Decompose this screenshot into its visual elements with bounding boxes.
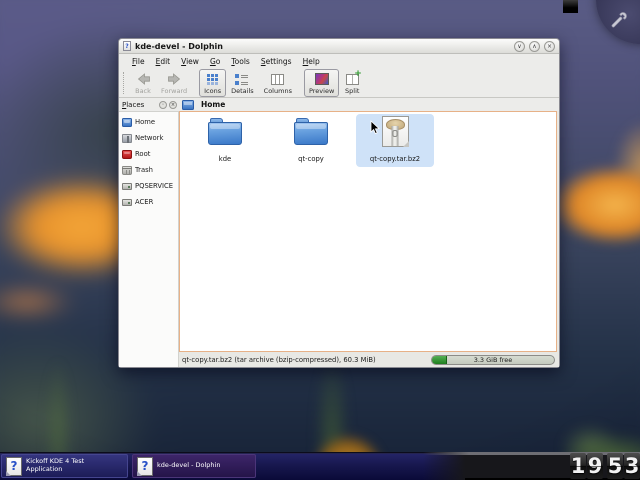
forward-label: Forward xyxy=(161,87,187,95)
free-space-label: 3.3 GiB free xyxy=(432,356,554,364)
float-panel-button[interactable]: ◦ xyxy=(159,101,167,109)
file-name: qt-copy.tar.bz2 xyxy=(370,155,420,163)
clock-digit: 3 xyxy=(624,453,640,479)
icons-view-icon xyxy=(207,74,218,85)
preview-icon xyxy=(315,73,329,85)
arrow-left-icon xyxy=(136,73,151,85)
folder-icon xyxy=(208,118,242,145)
status-info: qt-copy.tar.bz2 (tar archive (bzip-compr… xyxy=(182,356,376,364)
places-list: Home Network Root Trash xyxy=(119,111,179,367)
task-dolphin[interactable]: ? kde-devel - Dolphin xyxy=(132,454,256,478)
menu-help[interactable]: Help xyxy=(303,57,320,66)
back-button[interactable]: Back xyxy=(130,69,156,97)
maximize-button[interactable]: ∧ xyxy=(529,41,540,52)
icons-view-button[interactable]: Icons xyxy=(199,69,226,97)
trash-icon xyxy=(122,166,132,175)
place-label: Root xyxy=(135,150,150,158)
dolphin-window: ? kde-devel - Dolphin ∨ ∧ × File Edit Vi… xyxy=(118,38,560,368)
home-icon xyxy=(122,118,132,127)
split-button[interactable]: + Split xyxy=(339,69,365,97)
mouse-cursor xyxy=(370,120,380,135)
close-button[interactable]: × xyxy=(544,41,555,52)
window-title: kde-devel - Dolphin xyxy=(135,42,223,51)
places-panel: Places ◦ × Home Network Root xyxy=(119,98,179,367)
places-panel-header: Places ◦ × xyxy=(119,98,179,111)
file-item-qt-copy[interactable]: qt-copy xyxy=(272,114,350,167)
menu-edit[interactable]: Edit xyxy=(156,57,171,66)
toolbar-drag-handle[interactable] xyxy=(123,72,127,94)
details-view-icon xyxy=(235,74,249,85)
toolbar: Back Forward Icons Details xyxy=(119,68,559,98)
place-acer[interactable]: ACER xyxy=(119,194,178,210)
task-label: Kickoff KDE 4 Test Application xyxy=(26,458,84,474)
top-black-widget xyxy=(563,0,578,13)
wrench-icon xyxy=(607,10,629,32)
taskbar-panel: ? Kickoff KDE 4 Test Application ? kde-d… xyxy=(0,452,640,480)
clock-digit: 1 xyxy=(570,453,586,479)
window-icon: ? xyxy=(123,41,131,51)
details-label: Details xyxy=(231,87,254,95)
titlebar[interactable]: ? kde-devel - Dolphin ∨ ∧ × xyxy=(119,39,559,54)
file-view[interactable]: kde qt-copy qt-copy.tar.bz2 xyxy=(179,111,557,352)
preview-label: Preview xyxy=(309,87,334,95)
disk-capacity-bar: 3.3 GiB free xyxy=(431,355,555,365)
place-pqservice[interactable]: PQSERVICE xyxy=(119,178,178,194)
task-label: kde-devel - Dolphin xyxy=(157,462,220,470)
breadcrumb-home[interactable]: Home xyxy=(201,100,225,109)
network-icon xyxy=(122,134,132,143)
question-mark-app-icon: ? xyxy=(137,457,153,476)
folder-icon xyxy=(294,118,328,145)
menubar: File Edit View Go Tools Settings Help xyxy=(119,54,559,68)
place-label: Network xyxy=(135,134,163,142)
clock-digit: 5 xyxy=(607,453,623,479)
breadcrumb[interactable]: Home xyxy=(179,98,559,111)
question-mark-app-icon: ? xyxy=(6,457,22,476)
split-label: Split xyxy=(345,87,359,95)
menu-tools[interactable]: Tools xyxy=(231,57,249,66)
columns-view-button[interactable]: Columns xyxy=(259,69,297,97)
archive-icon xyxy=(382,116,409,147)
icons-label: Icons xyxy=(204,87,221,95)
minimize-button[interactable]: ∨ xyxy=(514,41,525,52)
place-label: ACER xyxy=(135,198,153,206)
menu-view[interactable]: View xyxy=(181,57,199,66)
place-home[interactable]: Home xyxy=(119,114,178,130)
file-item-qt-copy-tar-bz2[interactable]: qt-copy.tar.bz2 xyxy=(356,114,434,167)
split-icon: + xyxy=(346,74,359,85)
details-view-button[interactable]: Details xyxy=(226,69,259,97)
home-folder-icon xyxy=(182,100,194,110)
hard-drive-icon xyxy=(122,199,132,206)
clock-digit: 9 xyxy=(587,453,603,479)
file-name: qt-copy xyxy=(298,155,324,163)
place-label: Trash xyxy=(135,166,153,174)
place-label: PQSERVICE xyxy=(135,182,173,190)
menu-settings[interactable]: Settings xyxy=(261,57,292,66)
close-panel-button[interactable]: × xyxy=(169,101,177,109)
file-item-kde[interactable]: kde xyxy=(186,114,264,167)
hard-drive-icon xyxy=(122,183,132,190)
statusbar: qt-copy.tar.bz2 (tar archive (bzip-compr… xyxy=(179,352,559,367)
desktop: ? kde-devel - Dolphin ∨ ∧ × File Edit Vi… xyxy=(0,0,640,480)
place-trash[interactable]: Trash xyxy=(119,162,178,178)
back-label: Back xyxy=(135,87,151,95)
columns-label: Columns xyxy=(264,87,292,95)
digital-clock[interactable]: 1 9 5 3 xyxy=(570,453,640,479)
place-network[interactable]: Network xyxy=(119,130,178,146)
root-folder-icon xyxy=(122,150,132,159)
places-title: Places xyxy=(122,101,144,109)
menu-file[interactable]: File xyxy=(132,57,145,66)
place-label: Home xyxy=(135,118,155,126)
task-kickoff[interactable]: ? Kickoff KDE 4 Test Application xyxy=(1,454,128,478)
place-root[interactable]: Root xyxy=(119,146,178,162)
main-area: Home kde qt-copy qt-cop xyxy=(179,98,559,367)
columns-view-icon xyxy=(271,74,284,85)
arrow-right-icon xyxy=(167,73,182,85)
file-name: kde xyxy=(219,155,231,163)
menu-go[interactable]: Go xyxy=(210,57,220,66)
forward-button[interactable]: Forward xyxy=(156,69,192,97)
preview-button[interactable]: Preview xyxy=(304,69,339,97)
